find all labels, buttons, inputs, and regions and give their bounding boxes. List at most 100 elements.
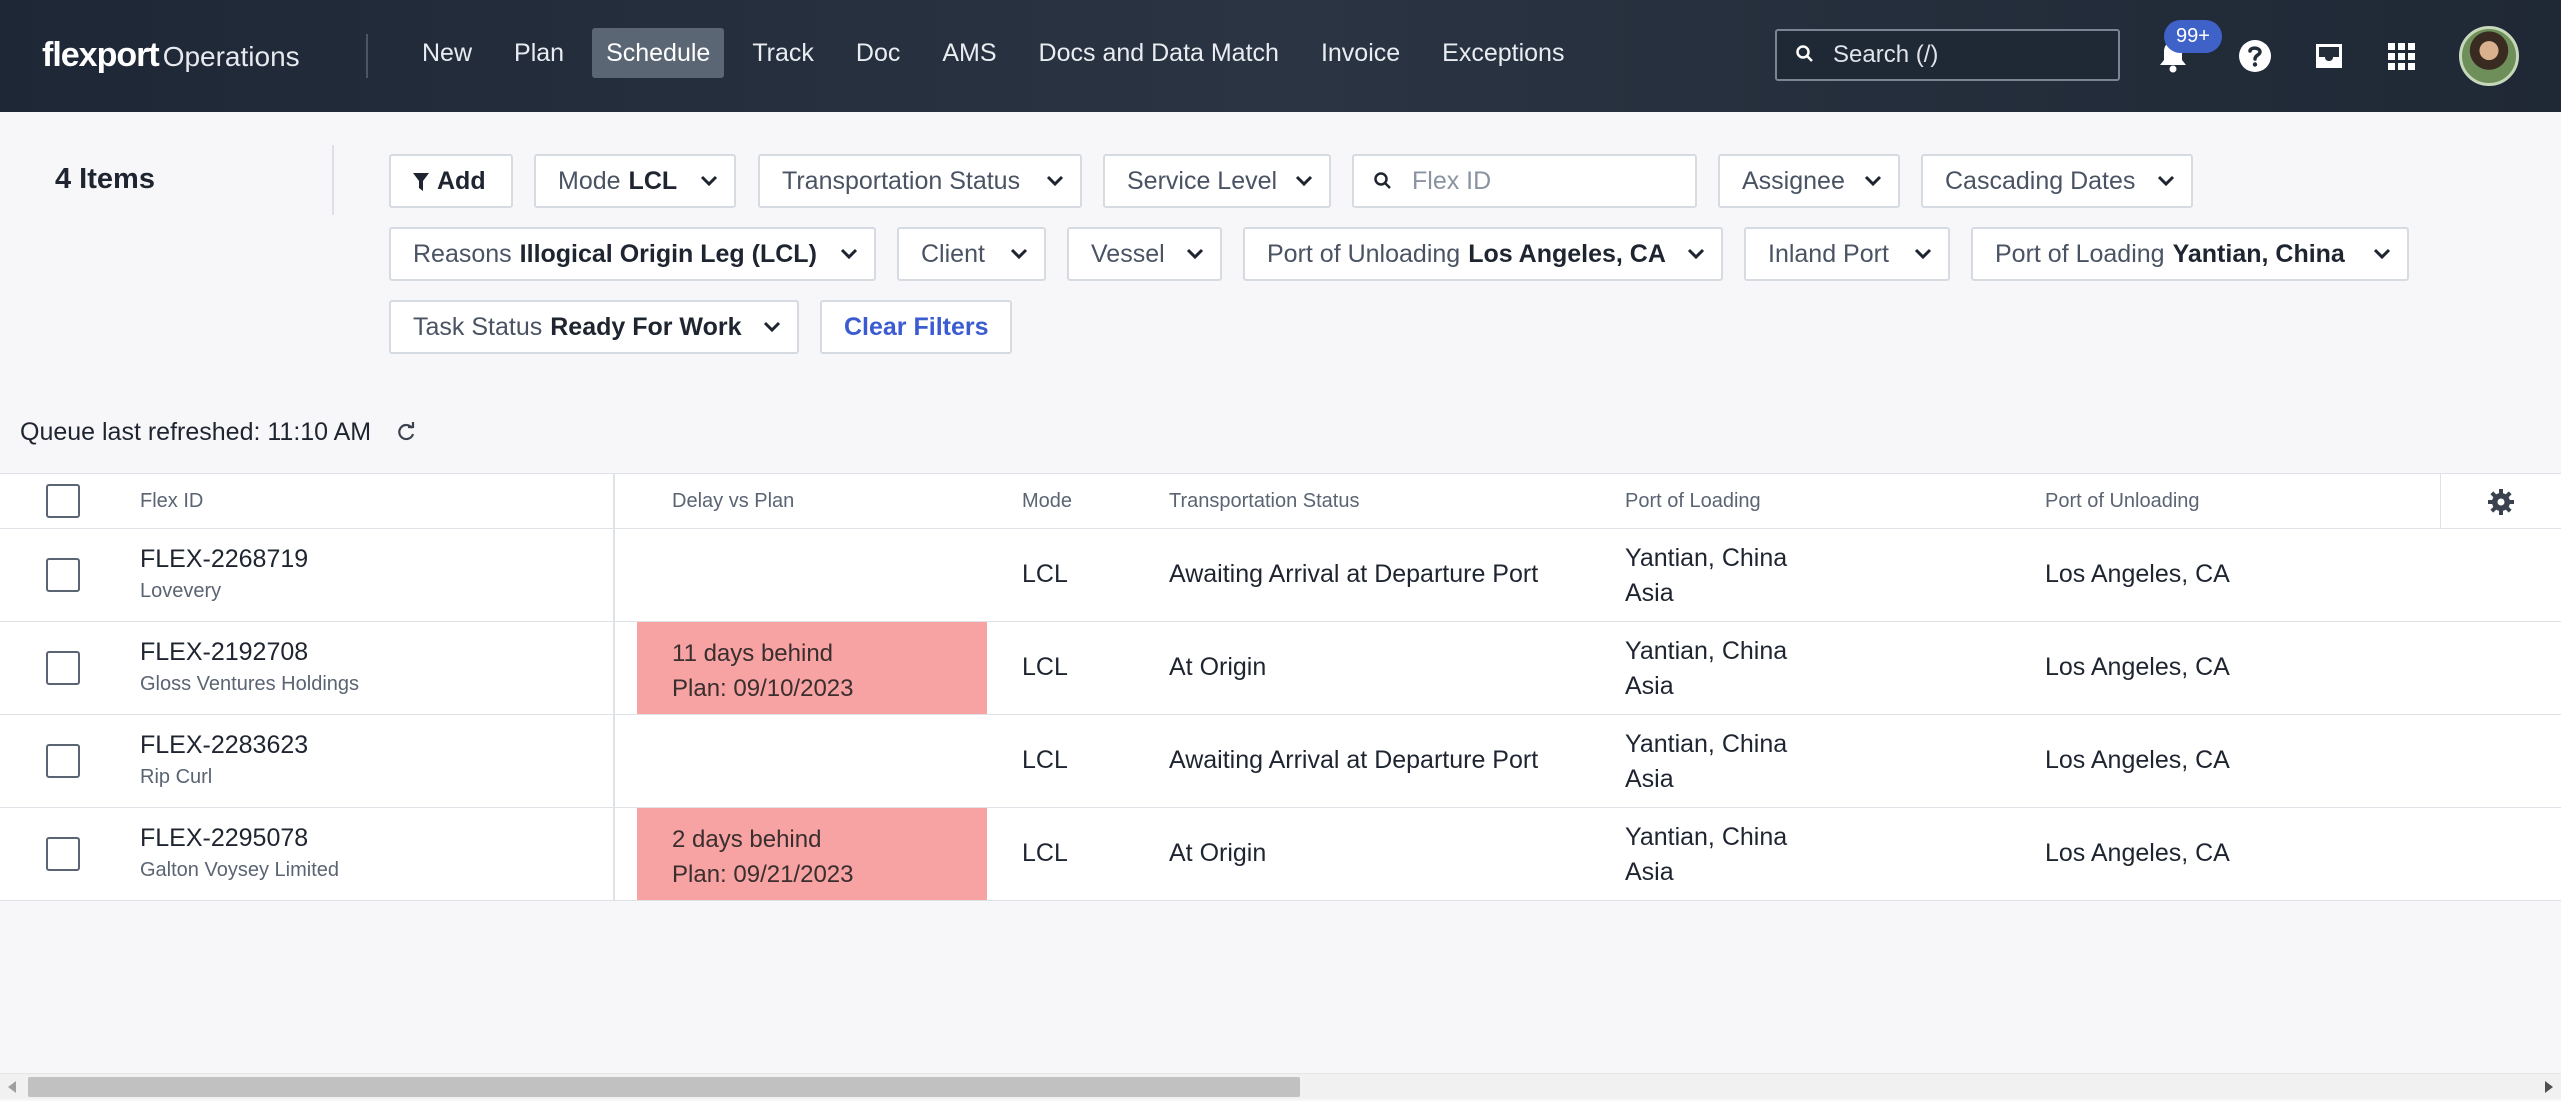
- chevron-down-icon: [700, 175, 718, 187]
- scrollbar-thumb[interactable]: [28, 1077, 1300, 1097]
- scroll-right-arrow-icon[interactable]: [2545, 1081, 2553, 1093]
- clear-filters-button[interactable]: Clear Filters: [820, 300, 1012, 354]
- filter-divider: [332, 145, 334, 215]
- shipments-table: Flex ID Delay vs Plan Mode Transportatio…: [0, 473, 2561, 901]
- task-status-filter-label: Task Status: [413, 313, 543, 341]
- flex-id-link[interactable]: FLEX-2283623: [140, 731, 308, 759]
- nav-schedule[interactable]: Schedule: [592, 28, 725, 78]
- nav-doc[interactable]: Doc: [842, 28, 914, 78]
- plan-date: Plan: 09/21/2023: [672, 861, 854, 888]
- col-header-transportation-status[interactable]: Transportation Status: [1169, 474, 1359, 529]
- brand-suffix: Operations: [162, 41, 300, 72]
- col-header-delay[interactable]: Delay vs Plan: [672, 474, 794, 529]
- vessel-filter[interactable]: Vessel: [1067, 227, 1222, 281]
- chevron-down-icon: [1186, 248, 1204, 260]
- port-of-loading-filter[interactable]: Port of Loading Yantian, China: [1971, 227, 2409, 281]
- mode-cell: LCL: [1022, 839, 1068, 867]
- flexport-logo[interactable]: flexport Operations: [42, 36, 300, 75]
- col-header-port-of-unloading[interactable]: Port of Unloading: [2045, 474, 2200, 529]
- pol-filter-label: Port of Loading: [1995, 240, 2165, 268]
- flex-id-cell: FLEX-2295078 Galton Voysey Limited: [140, 824, 339, 882]
- table-row[interactable]: FLEX-2283623 Rip Curl LCL Awaiting Arriv…: [0, 715, 2561, 808]
- assignee-filter-label: Assignee: [1742, 167, 1845, 195]
- table-row[interactable]: FLEX-2268719 Lovevery LCL Awaiting Arriv…: [0, 529, 2561, 622]
- mode-filter[interactable]: Mode LCL: [534, 154, 736, 208]
- pol-port: Yantian, China: [1625, 730, 1788, 758]
- flex-id-cell: FLEX-2268719 Lovevery: [140, 545, 308, 603]
- queue-refreshed-text: Queue last refreshed: 11:10 AM: [20, 418, 372, 446]
- inbox-icon[interactable]: [2309, 36, 2349, 76]
- nav-new[interactable]: New: [408, 28, 486, 78]
- service-level-filter-label: Service Level: [1127, 167, 1278, 195]
- transportation-status-cell: At Origin: [1169, 839, 1267, 867]
- client-filter[interactable]: Client: [897, 227, 1046, 281]
- pou-cell: Los Angeles, CA: [2045, 839, 2230, 867]
- pol-region: Asia: [1625, 672, 1674, 700]
- vessel-filter-label: Vessel: [1091, 240, 1165, 268]
- notification-badge: 99+: [2164, 20, 2222, 53]
- table-header: Flex ID Delay vs Plan Mode Transportatio…: [0, 474, 2561, 529]
- nav-docs-data-match[interactable]: Docs and Data Match: [1025, 28, 1293, 78]
- col-header-mode[interactable]: Mode: [1022, 474, 1072, 529]
- user-avatar[interactable]: [2459, 26, 2519, 86]
- scroll-left-arrow-icon[interactable]: [8, 1081, 16, 1093]
- search-icon: [1796, 45, 1813, 62]
- task-status-filter[interactable]: Task Status Ready For Work: [389, 300, 799, 354]
- pol-port: Yantian, China: [1625, 637, 1788, 665]
- row-checkbox[interactable]: [46, 558, 80, 592]
- row-checkbox[interactable]: [46, 837, 80, 871]
- pou-filter-value: Los Angeles, CA: [1468, 240, 1666, 268]
- service-level-filter[interactable]: Service Level: [1103, 154, 1331, 208]
- nav-plan[interactable]: Plan: [500, 28, 578, 78]
- frozen-column-divider[interactable]: [613, 473, 615, 900]
- flex-id-link[interactable]: FLEX-2295078: [140, 824, 308, 852]
- pol-cell: Yantian, China Asia: [1625, 541, 1787, 611]
- delay-text: 2 days behind: [672, 826, 822, 853]
- reasons-filter[interactable]: Reasons Illogical Origin Leg (LCL): [389, 227, 876, 281]
- row-checkbox[interactable]: [46, 651, 80, 685]
- chevron-down-icon: [840, 248, 858, 260]
- pol-cell: Yantian, China Asia: [1625, 727, 1787, 797]
- mode-cell: LCL: [1022, 746, 1068, 774]
- transportation-status-filter[interactable]: Transportation Status: [758, 154, 1082, 208]
- horizontal-scrollbar[interactable]: [0, 1073, 2561, 1099]
- pol-port: Yantian, China: [1625, 823, 1788, 851]
- search-placeholder: Search (/): [1833, 41, 1939, 68]
- nav-exceptions[interactable]: Exceptions: [1428, 28, 1578, 78]
- col-header-port-of-loading[interactable]: Port of Loading: [1625, 474, 1761, 529]
- mode-filter-label: Mode: [558, 167, 621, 195]
- assignee-filter[interactable]: Assignee: [1718, 154, 1900, 208]
- nav-invoice[interactable]: Invoice: [1307, 28, 1414, 78]
- flex-id-link[interactable]: FLEX-2192708: [140, 638, 308, 666]
- row-checkbox[interactable]: [46, 744, 80, 778]
- add-filter-button[interactable]: Add: [389, 154, 513, 208]
- column-settings: [2440, 474, 2561, 529]
- global-search-input[interactable]: Search (/): [1775, 29, 2120, 81]
- mode-cell: LCL: [1022, 653, 1068, 681]
- nav-ams[interactable]: AMS: [928, 28, 1010, 78]
- mode-filter-value: LCL: [628, 167, 678, 195]
- port-of-unloading-filter[interactable]: Port of Unloading Los Angeles, CA: [1243, 227, 1723, 281]
- nav-track[interactable]: Track: [738, 28, 828, 78]
- flex-id-link[interactable]: FLEX-2268719: [140, 545, 308, 573]
- items-count: 4 Items: [55, 163, 155, 195]
- client-name: Rip Curl: [140, 766, 213, 788]
- flex-id-search-input[interactable]: Flex ID: [1352, 154, 1697, 208]
- col-header-flex-id[interactable]: Flex ID: [140, 474, 203, 529]
- help-icon[interactable]: [2235, 36, 2275, 76]
- delay-text: 11 days behind: [672, 640, 834, 667]
- select-all-checkbox[interactable]: [46, 484, 80, 518]
- flex-id-cell: FLEX-2283623 Rip Curl: [140, 731, 308, 789]
- refresh-icon[interactable]: [395, 421, 417, 443]
- table-row[interactable]: FLEX-2192708 Gloss Ventures Holdings 11 …: [0, 622, 2561, 715]
- reasons-filter-label: Reasons: [413, 240, 512, 268]
- table-row[interactable]: FLEX-2295078 Galton Voysey Limited 2 day…: [0, 808, 2561, 901]
- inland-port-filter[interactable]: Inland Port: [1744, 227, 1950, 281]
- client-name: Galton Voysey Limited: [140, 859, 339, 881]
- gear-icon[interactable]: [2487, 488, 2515, 516]
- chevron-down-icon: [1687, 248, 1705, 260]
- client-name: Lovevery: [140, 580, 222, 602]
- pol-port: Yantian, China: [1625, 544, 1788, 572]
- apps-grid-icon[interactable]: [2381, 36, 2421, 76]
- cascading-dates-filter[interactable]: Cascading Dates: [1921, 154, 2193, 208]
